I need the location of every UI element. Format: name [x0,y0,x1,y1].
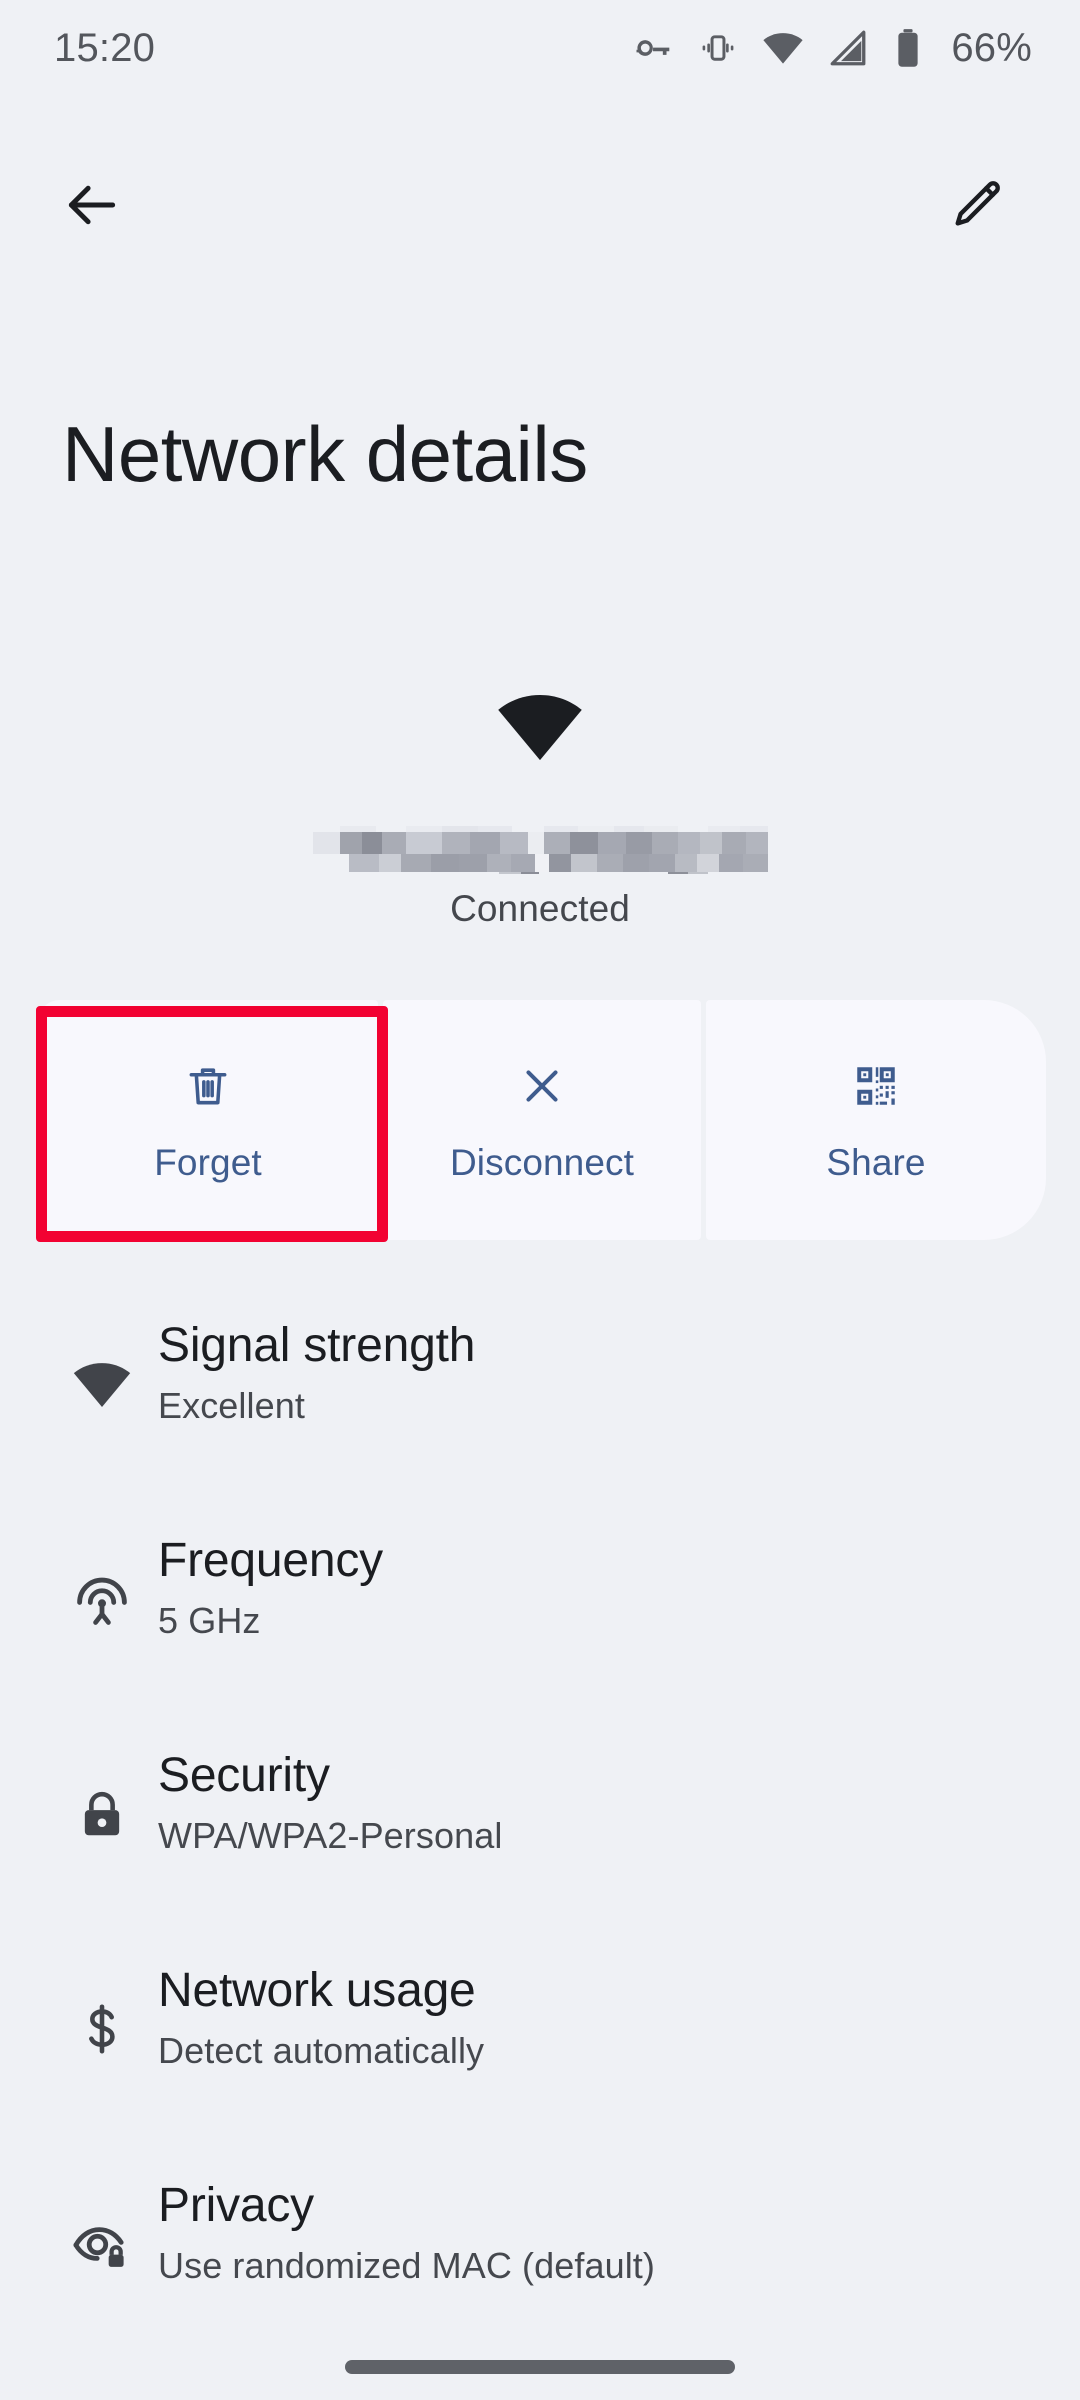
detail-row-frequency[interactable]: Frequency 5 GHz [0,1503,1080,1718]
share-button[interactable]: Share [706,1000,1046,1240]
detail-text: Signal strength Excellent [158,1310,475,1427]
detail-value: Use randomized MAC (default) [158,2244,655,2286]
status-bar-clock: 15:20 [54,25,156,70]
detail-text: Network usage Detect automatically [158,1955,484,2072]
detail-text: Security WPA/WPA2-Personal [158,1740,502,1857]
connection-status-label: Connected [450,888,630,929]
detail-title: Network usage [158,1964,476,2017]
share-button-label: Share [826,1142,926,1183]
detail-value: WPA/WPA2-Personal [158,1814,503,1856]
network-detail-list: Signal strength Excellent Frequency 5 GH… [0,1288,1080,2363]
detail-title: Frequency [158,1534,383,1587]
qr-code-icon [851,1056,901,1116]
disconnect-button[interactable]: Disconnect [383,1000,701,1240]
detail-row-privacy[interactable]: Privacy Use randomized MAC (default) [0,2148,1080,2363]
wifi-signal-icon [46,1328,158,1440]
forget-button-label: Forget [154,1142,262,1183]
gesture-nav-bar [0,2332,1080,2400]
detail-text: Frequency 5 GHz [158,1525,383,1642]
detail-title: Security [158,1749,330,1802]
edit-button[interactable] [932,161,1024,253]
vpn-key-icon [633,27,675,69]
detail-row-network-usage[interactable]: Network usage Detect automatically [0,1933,1080,2148]
disconnect-button-label: Disconnect [449,1142,635,1183]
detail-title: Signal strength [158,1319,476,1372]
status-bar: 15:20 66% [0,0,1080,96]
detail-row-signal-strength[interactable]: Signal strength Excellent [0,1288,1080,1503]
dollar-icon [46,1973,158,2085]
ssid-redacted-label [312,818,768,874]
forget-button[interactable]: Forget [38,1000,378,1240]
detail-value: Detect automatically [158,2029,485,2071]
detail-title: Privacy [158,2179,314,2232]
battery-icon [891,27,925,69]
detail-text: Privacy Use randomized MAC (default) [158,2170,655,2287]
status-bar-icons: 66% [633,26,1032,71]
network-header: Connected [0,680,1080,930]
action-button-row: Forget Disconnect Share [38,1000,1080,1240]
wifi-icon [761,26,805,70]
back-arrow-icon [61,174,123,241]
vibrate-icon [697,27,739,69]
close-x-icon [517,1056,567,1116]
gesture-nav-pill[interactable] [345,2360,735,2374]
network-details-screen: 15:20 66% Network details Connected Forg… [0,0,1080,2400]
wifi-full-icon [0,680,1080,772]
detail-value: Excellent [158,1384,305,1426]
lock-icon [46,1758,158,1870]
detail-value: 5 GHz [158,1599,261,1641]
trash-icon [183,1056,233,1116]
eye-lock-icon [46,2188,158,2300]
cellular-signal-icon [827,27,869,69]
broadcast-icon [46,1543,158,1655]
detail-row-security[interactable]: Security WPA/WPA2-Personal [0,1718,1080,1933]
battery-percent-label: 66% [951,25,1032,70]
back-button[interactable] [46,161,138,253]
app-bar [0,152,1080,262]
pencil-edit-icon [949,176,1007,239]
page-title: Network details [62,410,588,498]
